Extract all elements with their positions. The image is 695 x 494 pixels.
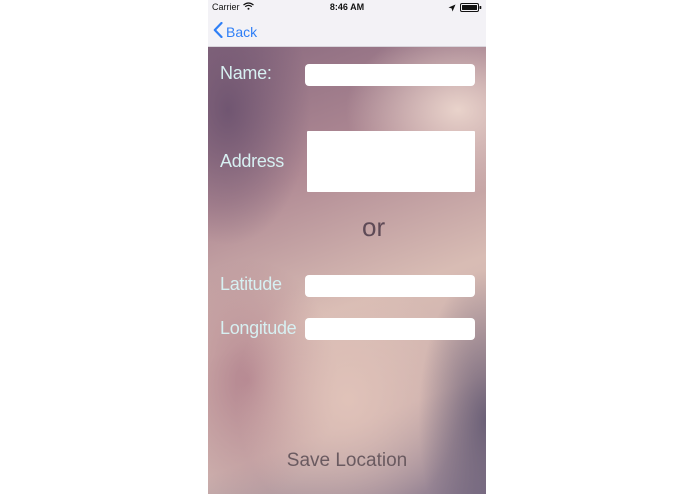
address-field[interactable] [307,131,475,192]
name-label: Name: [220,63,272,83]
longitude-label: Longitude [220,318,297,338]
save-location-button[interactable]: Save Location [208,450,486,472]
longitude-field[interactable] [305,318,475,340]
status-time: 8:46 AM [329,2,365,12]
back-button[interactable]: Back [213,21,258,41]
chevron-left-icon [213,21,223,41]
status-bar: Carrier 8:46 AM [208,0,486,16]
latitude-field[interactable] [305,275,475,297]
navigation-bar: Back [208,16,486,47]
status-right [448,3,482,14]
phone-screen: Carrier 8:46 AM Back Name: Address or La… [208,0,486,494]
battery-icon [460,3,482,14]
latitude-label: Latitude [220,274,282,294]
or-divider-text: or [362,212,386,242]
back-label: Back [226,23,258,40]
address-label: Address [220,151,284,171]
location-arrow-icon [448,4,456,14]
name-field[interactable] [305,64,475,86]
